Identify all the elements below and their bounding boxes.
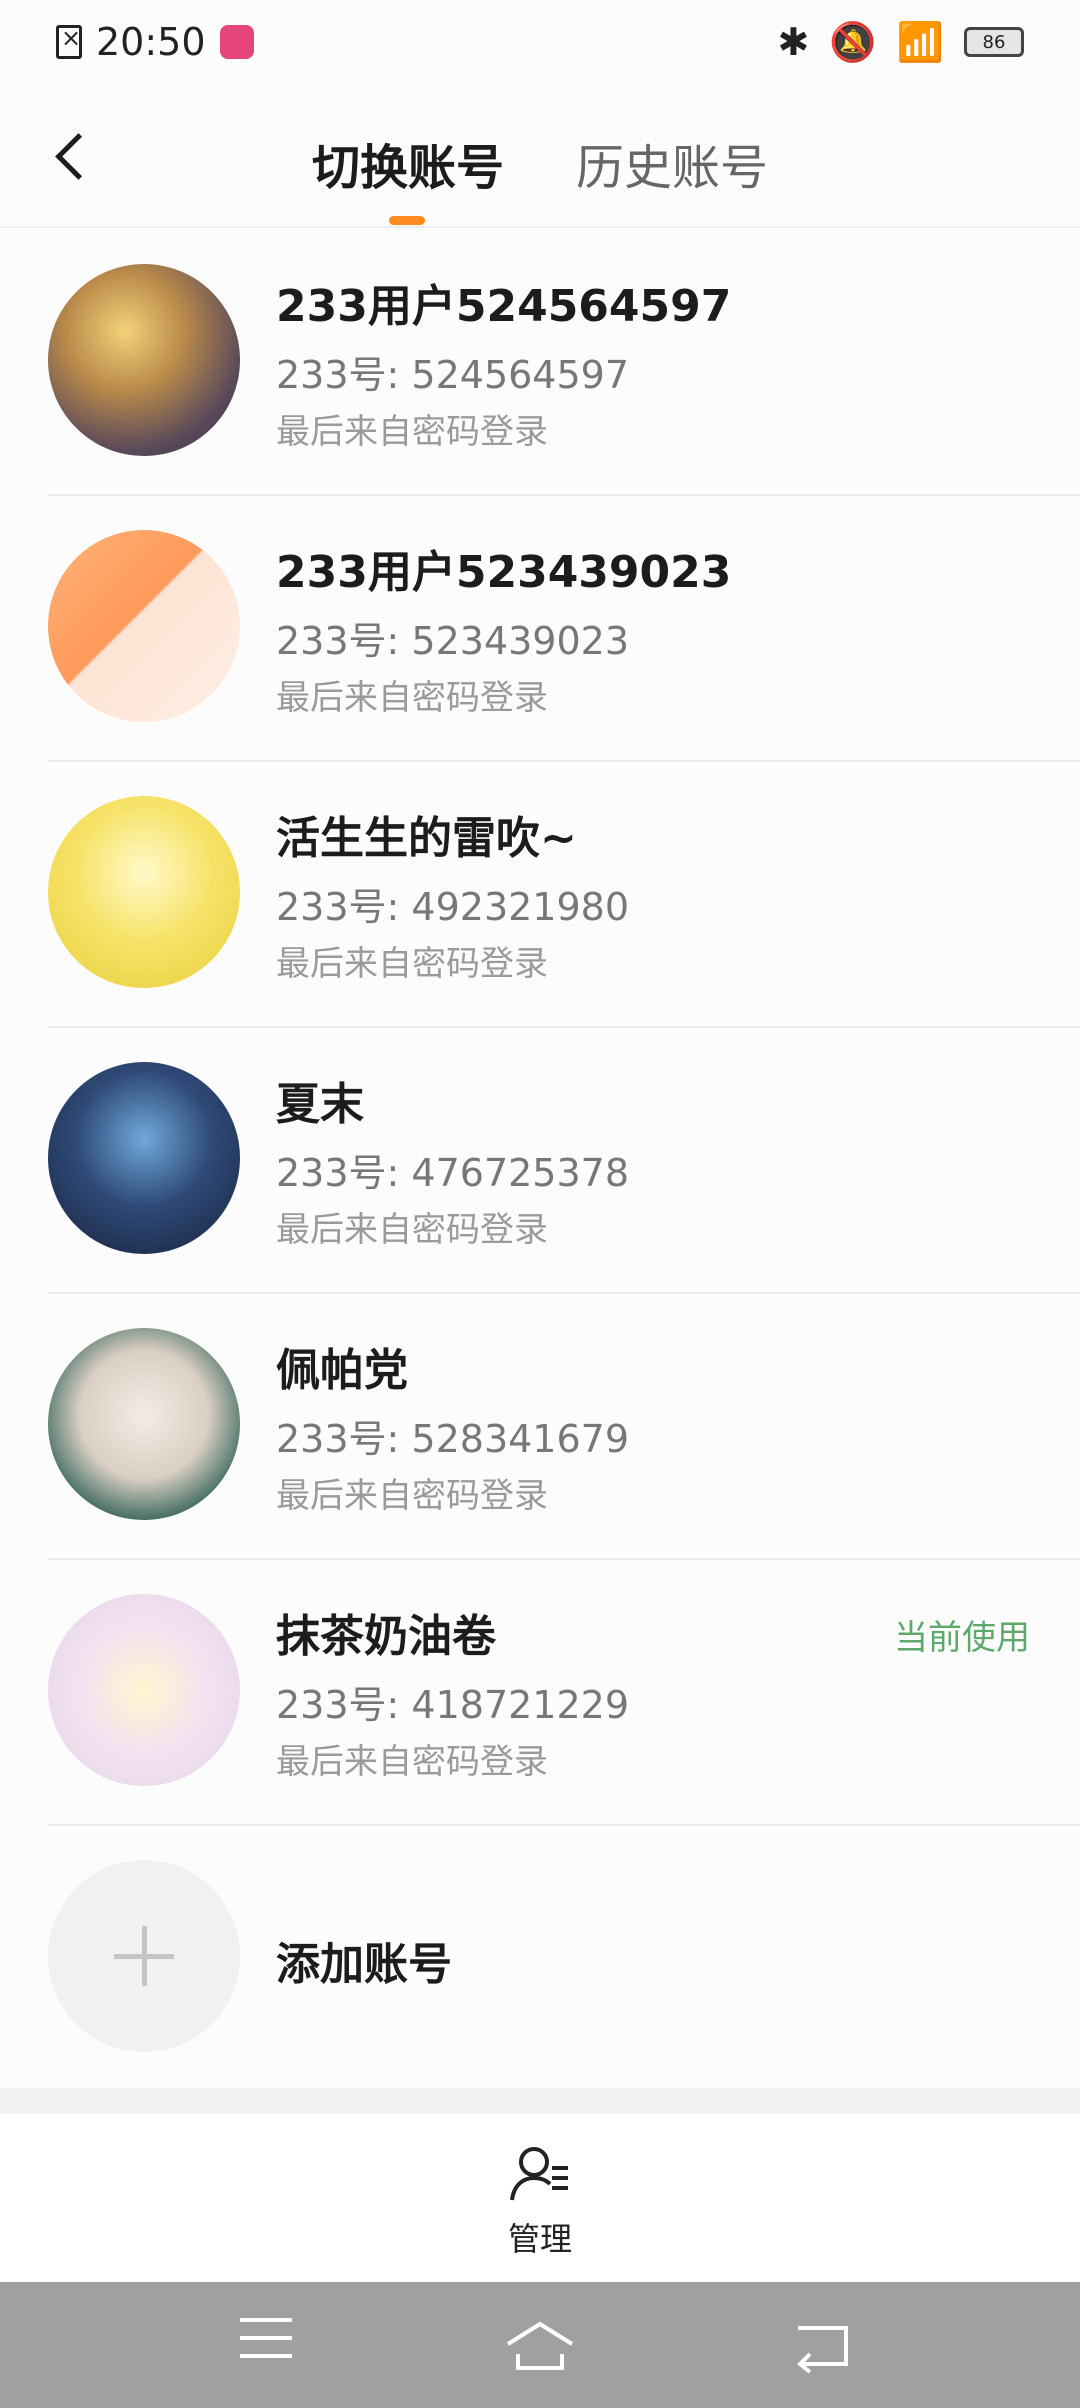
account-login-source: 最后来自密码登录: [276, 1476, 548, 1516]
manage-label: 管理: [508, 2220, 573, 2258]
tab-switch-account[interactable]: 切换账号: [312, 128, 504, 198]
menu-icon[interactable]: [240, 2318, 300, 2374]
avatar: [48, 530, 240, 722]
back-nav-icon[interactable]: [792, 2318, 852, 2374]
tab-history-account[interactable]: 历史账号: [576, 128, 768, 198]
app-notification-icon: [219, 25, 254, 59]
account-name: 抹茶奶油卷: [276, 1611, 496, 1662]
bluetooth-icon: ✱: [777, 20, 810, 64]
account-name: 233用户523439023: [276, 547, 732, 598]
account-login-source: 最后来自密码登录: [276, 412, 548, 452]
status-time: 20:50: [96, 20, 206, 64]
status-bar: 20:50 ✱ 🔕 📶 86: [0, 0, 1080, 84]
account-id: 233号: 528341679: [276, 1417, 630, 1461]
account-id: 233号: 418721229: [276, 1683, 630, 1727]
tab-indicator: [389, 216, 425, 225]
section-divider: [0, 2088, 1080, 2114]
no-sim-icon: [56, 24, 82, 59]
account-name: 佩帕党: [276, 1345, 408, 1396]
account-row[interactable]: 佩帕党 233号: 528341679 最后来自密码登录: [0, 1294, 1080, 1560]
account-id: 233号: 476725378: [276, 1151, 630, 1195]
add-account-row[interactable]: 添加账号: [0, 1826, 1080, 2092]
account-row[interactable]: 夏末 233号: 476725378 最后来自密码登录: [0, 1028, 1080, 1294]
avatar: [48, 264, 240, 456]
account-row[interactable]: 活生生的雷吹~ 233号: 492321980 最后来自密码登录: [0, 762, 1080, 1028]
account-login-source: 最后来自密码登录: [276, 1742, 548, 1782]
account-id: 233号: 524564597: [276, 353, 630, 397]
avatar: [48, 1062, 240, 1254]
system-navigation-bar: [0, 2282, 1080, 2408]
avatar: [48, 796, 240, 988]
wifi-icon: 📶: [896, 19, 944, 64]
battery-icon: 86: [964, 27, 1024, 57]
user-list-icon: [510, 2147, 568, 2201]
account-list: 233用户524564597 233号: 524564597 最后来自密码登录 …: [0, 230, 1080, 2092]
account-name: 233用户524564597: [276, 281, 732, 332]
account-id: 233号: 523439023: [276, 619, 630, 663]
current-account-badge: 当前使用: [894, 1618, 1030, 1658]
bottom-toolbar: 管理: [0, 2114, 1080, 2282]
account-row-current[interactable]: 抹茶奶油卷 233号: 418721229 最后来自密码登录 当前使用: [0, 1560, 1080, 1826]
account-name: 夏末: [276, 1079, 364, 1130]
account-login-source: 最后来自密码登录: [276, 944, 548, 984]
avatar: [48, 1328, 240, 1520]
account-row[interactable]: 233用户523439023 233号: 523439023 最后来自密码登录: [0, 496, 1080, 762]
account-id: 233号: 492321980: [276, 885, 630, 929]
avatar: [48, 1594, 240, 1786]
battery-level: 86: [982, 31, 1006, 53]
account-name: 活生生的雷吹~: [276, 813, 577, 864]
back-button[interactable]: [40, 120, 100, 190]
account-row[interactable]: 233用户524564597 233号: 524564597 最后来自密码登录: [0, 230, 1080, 496]
mute-icon: 🔕: [829, 19, 877, 64]
account-login-source: 最后来自密码登录: [276, 678, 548, 718]
home-icon[interactable]: [504, 2318, 574, 2374]
header-bar: 切换账号 历史账号: [0, 84, 1080, 228]
manage-button[interactable]: 管理: [490, 2144, 590, 2264]
plus-icon: [48, 1860, 240, 2052]
account-login-source: 最后来自密码登录: [276, 1210, 548, 1250]
add-account-label: 添加账号: [276, 1939, 452, 1990]
